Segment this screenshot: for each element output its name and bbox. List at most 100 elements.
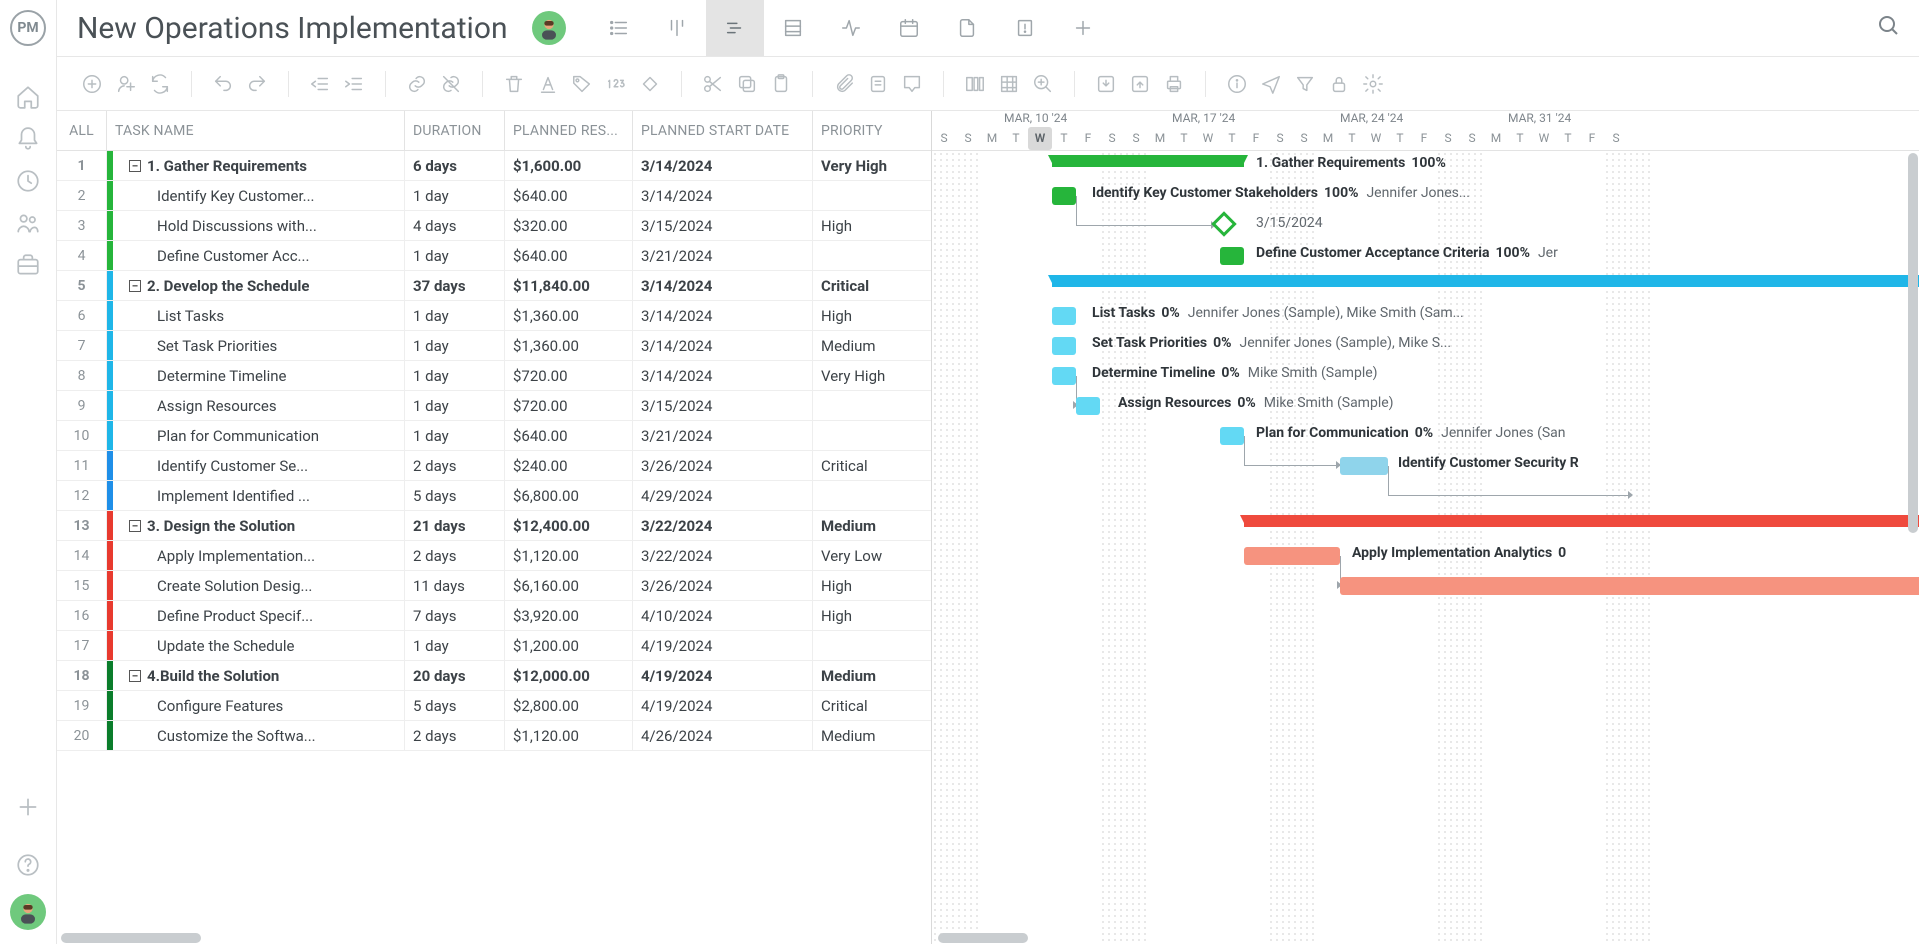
row-priority[interactable]: High <box>813 571 931 600</box>
row-duration[interactable]: 7 days <box>405 601 505 630</box>
clock-icon[interactable] <box>15 168 41 194</box>
row-name[interactable]: Hold Discussions with... <box>107 211 405 240</box>
gantt-row[interactable]: Assign Resources0%Mike Smith (Sample) <box>932 391 1919 421</box>
tb-lock-icon[interactable] <box>1324 69 1354 99</box>
home-icon[interactable] <box>15 84 41 110</box>
row-cost[interactable]: $720.00 <box>505 391 633 420</box>
row-priority[interactable]: Critical <box>813 691 931 720</box>
row-name[interactable]: Apply Implementation... <box>107 541 405 570</box>
task-row[interactable]: 13−3. Design the Solution21 days$12,400.… <box>57 511 931 541</box>
gantt-v-scroll[interactable] <box>1907 151 1919 932</box>
tb-assign-icon[interactable] <box>111 69 141 99</box>
gantt-row[interactable]: 1. Gather Requirements100% <box>932 151 1919 181</box>
task-bar[interactable] <box>1076 397 1100 415</box>
row-name[interactable]: Update the Schedule <box>107 631 405 660</box>
task-row[interactable]: 10Plan for Communication1 day$640.003/21… <box>57 421 931 451</box>
task-bar[interactable] <box>1340 577 1919 595</box>
row-name[interactable]: Identify Customer Se... <box>107 451 405 480</box>
row-priority[interactable]: Critical <box>813 271 931 300</box>
gantt-row[interactable]: List Tasks0%Jennifer Jones (Sample), Mik… <box>932 301 1919 331</box>
people-icon[interactable] <box>15 210 41 236</box>
view-tab-status[interactable] <box>822 0 880 56</box>
task-row[interactable]: 3Hold Discussions with...4 days$320.003/… <box>57 211 931 241</box>
task-row[interactable]: 16Define Product Specif...7 days$3,920.0… <box>57 601 931 631</box>
task-bar[interactable] <box>1244 547 1340 565</box>
row-cost[interactable]: $6,160.00 <box>505 571 633 600</box>
gantt-row[interactable]: Identify Key Customer Stakeholders100%Je… <box>932 181 1919 211</box>
row-duration[interactable]: 5 days <box>405 691 505 720</box>
user-avatar[interactable] <box>10 894 46 930</box>
gantt-row[interactable] <box>932 571 1919 601</box>
row-priority[interactable] <box>813 391 931 420</box>
row-duration[interactable]: 11 days <box>405 571 505 600</box>
row-cost[interactable]: $640.00 <box>505 241 633 270</box>
row-priority[interactable] <box>813 181 931 210</box>
row-cost[interactable]: $240.00 <box>505 451 633 480</box>
view-tab-calendar[interactable] <box>880 0 938 56</box>
row-name[interactable]: Configure Features <box>107 691 405 720</box>
row-name[interactable]: −4.Build the Solution <box>107 661 405 690</box>
col-start[interactable]: PLANNED START DATE <box>633 111 813 150</box>
row-cost[interactable]: $3,920.00 <box>505 601 633 630</box>
collapse-icon[interactable]: − <box>129 520 141 532</box>
gantt-row[interactable]: Identify Customer Security R <box>932 451 1919 481</box>
tb-indent-icon[interactable] <box>339 69 369 99</box>
task-bar[interactable] <box>1052 187 1076 205</box>
collapse-icon[interactable]: − <box>129 280 141 292</box>
row-cost[interactable]: $12,400.00 <box>505 511 633 540</box>
row-duration[interactable]: 1 day <box>405 181 505 210</box>
plus-icon[interactable] <box>15 794 41 820</box>
task-row[interactable]: 4Define Customer Acc...1 day$640.003/21/… <box>57 241 931 271</box>
task-row[interactable]: 11Identify Customer Se...2 days$240.003/… <box>57 451 931 481</box>
gantt-row[interactable] <box>932 271 1919 301</box>
tb-add-circ-icon[interactable] <box>77 69 107 99</box>
row-cost[interactable]: $6,800.00 <box>505 481 633 510</box>
task-row[interactable]: 2Identify Key Customer...1 day$640.003/1… <box>57 181 931 211</box>
row-cost[interactable]: $640.00 <box>505 181 633 210</box>
row-cost[interactable]: $1,360.00 <box>505 301 633 330</box>
row-start[interactable]: 3/14/2024 <box>633 301 813 330</box>
bell-icon[interactable] <box>15 126 41 152</box>
tb-trash-icon[interactable] <box>499 69 529 99</box>
row-duration[interactable]: 1 day <box>405 361 505 390</box>
gantt-row[interactable]: Determine Timeline0%Mike Smith (Sample) <box>932 361 1919 391</box>
row-start[interactable]: 4/19/2024 <box>633 631 813 660</box>
view-tab-list[interactable] <box>590 0 648 56</box>
row-start[interactable]: 4/29/2024 <box>633 481 813 510</box>
task-row[interactable]: 9Assign Resources1 day$720.003/15/2024 <box>57 391 931 421</box>
task-bar[interactable] <box>1340 457 1388 475</box>
tb-columns-icon[interactable] <box>960 69 990 99</box>
tb-unlink-icon[interactable] <box>436 69 466 99</box>
tb-send-icon[interactable] <box>1256 69 1286 99</box>
collapse-icon[interactable]: − <box>129 670 141 682</box>
row-name[interactable]: Determine Timeline <box>107 361 405 390</box>
row-name[interactable]: Implement Identified ... <box>107 481 405 510</box>
row-start[interactable]: 4/19/2024 <box>633 661 813 690</box>
row-start[interactable]: 3/15/2024 <box>633 211 813 240</box>
view-tab-add[interactable] <box>1054 0 1112 56</box>
row-priority[interactable]: Medium <box>813 721 931 750</box>
row-duration[interactable]: 1 day <box>405 331 505 360</box>
row-duration[interactable]: 20 days <box>405 661 505 690</box>
col-priority[interactable]: PRIORITY <box>813 111 931 150</box>
task-bar[interactable] <box>1220 427 1244 445</box>
row-priority[interactable] <box>813 241 931 270</box>
tb-redo-icon[interactable] <box>242 69 272 99</box>
gantt-row[interactable] <box>932 481 1919 511</box>
row-name[interactable]: Identify Key Customer... <box>107 181 405 210</box>
task-bar[interactable] <box>1052 337 1076 355</box>
row-priority[interactable]: High <box>813 211 931 240</box>
row-start[interactable]: 3/22/2024 <box>633 541 813 570</box>
row-start[interactable]: 3/26/2024 <box>633 451 813 480</box>
task-bar[interactable] <box>1052 307 1076 325</box>
row-duration[interactable]: 1 day <box>405 241 505 270</box>
row-name[interactable]: Set Task Priorities <box>107 331 405 360</box>
row-priority[interactable]: Critical <box>813 451 931 480</box>
col-name[interactable]: TASK NAME <box>107 111 405 150</box>
row-start[interactable]: 3/14/2024 <box>633 181 813 210</box>
row-cost[interactable]: $1,200.00 <box>505 631 633 660</box>
tb-cut-icon[interactable] <box>698 69 728 99</box>
row-duration[interactable]: 2 days <box>405 541 505 570</box>
task-row[interactable]: 18−4.Build the Solution20 days$12,000.00… <box>57 661 931 691</box>
row-cost[interactable]: $1,120.00 <box>505 721 633 750</box>
